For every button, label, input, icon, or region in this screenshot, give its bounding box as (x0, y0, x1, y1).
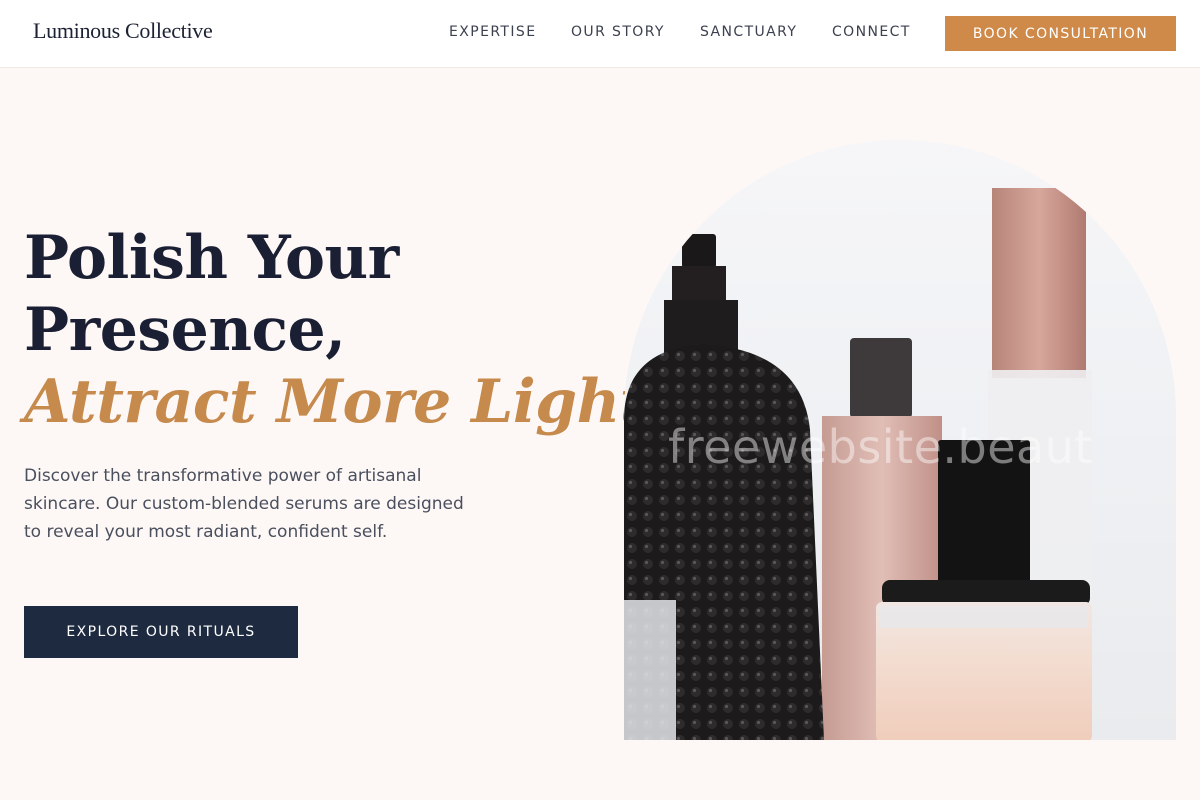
brand-logo[interactable]: Luminous Collective (33, 18, 213, 44)
hero-title-line-1: Polish Your (24, 223, 399, 293)
hero-description: Discover the transformative power of art… (24, 466, 464, 542)
top-navigation-bar: Luminous Collective EXPERTISE OUR STORY … (0, 0, 1200, 68)
hero-title-accent: Attract More Light. (24, 367, 668, 437)
hero-title-line-2: Presence, (24, 295, 346, 365)
hero-title: Polish Your Presence, Attract More Light… (24, 222, 668, 438)
book-consultation-button[interactable]: BOOK CONSULTATION (945, 16, 1176, 51)
image-watermark: freewebsite.beaut (668, 420, 1093, 474)
nav-item-sanctuary[interactable]: SANCTUARY (700, 24, 797, 40)
explore-rituals-button[interactable]: EXPLORE OUR RITUALS (24, 606, 298, 658)
nav-item-our-story[interactable]: OUR STORY (571, 24, 665, 40)
nav-item-connect[interactable]: CONNECT (832, 24, 911, 40)
nav-item-expertise[interactable]: EXPERTISE (449, 24, 536, 40)
